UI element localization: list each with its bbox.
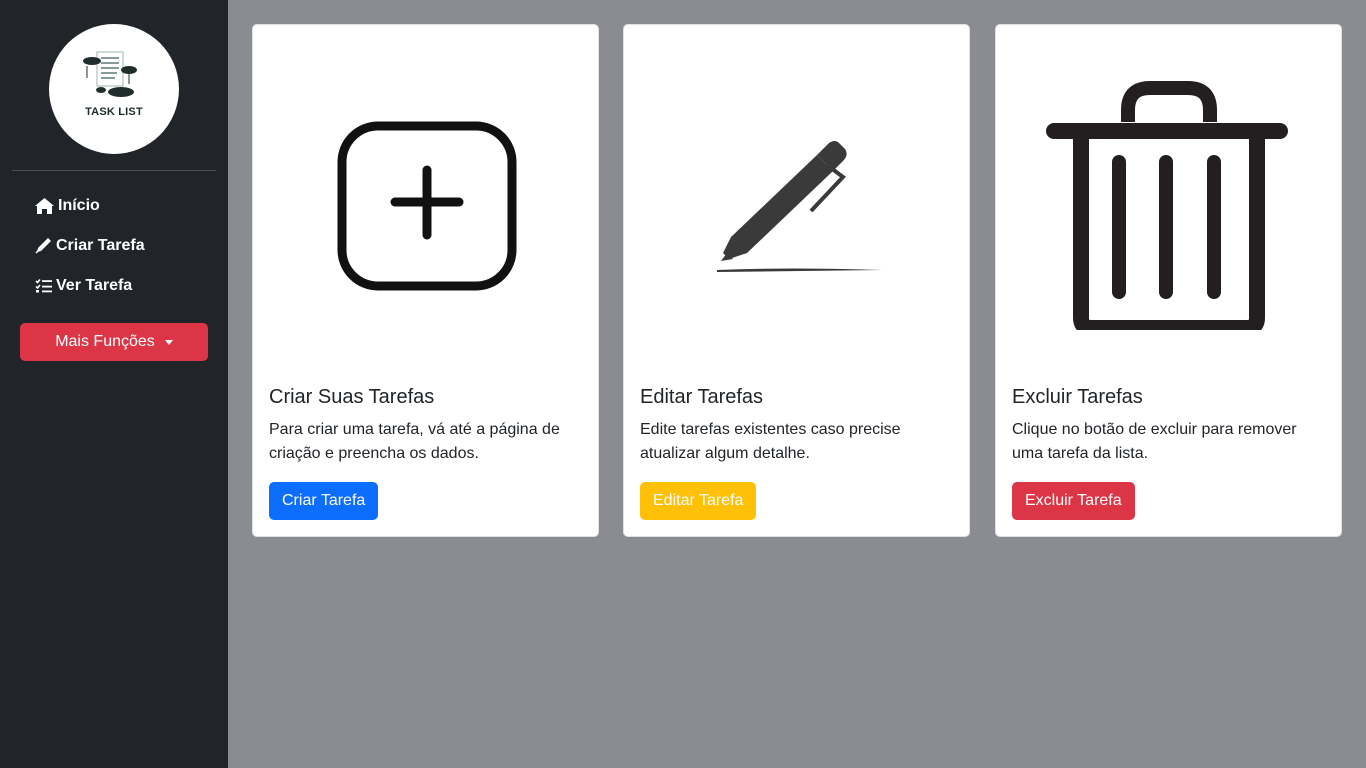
editar-tarefa-button[interactable]: Editar Tarefa xyxy=(640,482,757,520)
card-text: Clique no botão de excluir para remover … xyxy=(1012,421,1297,462)
pen-icon xyxy=(35,238,51,254)
card-editar: Editar Tarefas Edite tarefas existentes … xyxy=(623,24,970,537)
card-text: Edite tarefas existentes caso precise at… xyxy=(640,421,901,462)
home-icon xyxy=(35,198,54,214)
card-text: Para criar uma tarefa, vá até a página d… xyxy=(269,421,560,462)
card-criar: Criar Suas Tarefas Para criar uma tarefa… xyxy=(252,24,599,537)
logo[interactable]: TASK LIST xyxy=(49,24,179,154)
criar-tarefa-button[interactable]: Criar Tarefa xyxy=(269,482,379,520)
excluir-tarefa-button[interactable]: Excluir Tarefa xyxy=(1012,482,1135,520)
pen-icon xyxy=(716,141,882,272)
sidebar-item-label: Criar Tarefa xyxy=(56,237,145,254)
sidebar: TASK LIST Início Criar Tarefa Ver Tarefa… xyxy=(0,0,228,768)
card-image xyxy=(253,25,598,385)
card-title: Excluir Tarefas xyxy=(1012,386,1143,408)
sidebar-item-ver-tarefa[interactable]: Ver Tarefa xyxy=(35,275,145,297)
trash-icon xyxy=(1045,81,1288,330)
card-excluir: Excluir Tarefas Clique no botão de exclu… xyxy=(995,24,1342,537)
dropdown-label: Mais Funções xyxy=(55,333,155,350)
caret-down-icon xyxy=(164,339,173,345)
sidebar-item-label: Início xyxy=(58,197,100,214)
mais-funcoes-dropdown-button[interactable]: Mais Funções xyxy=(20,323,208,361)
sidebar-item-label: Ver Tarefa xyxy=(56,277,133,294)
task-list-logo-icon xyxy=(83,51,137,97)
plus-square-icon xyxy=(337,121,516,291)
card-title: Criar Suas Tarefas xyxy=(269,386,435,408)
sidebar-nav: Início Criar Tarefa Ver Tarefa xyxy=(35,195,145,315)
sidebar-item-criar-tarefa[interactable]: Criar Tarefa xyxy=(35,235,145,257)
card-image xyxy=(624,25,969,385)
main-content: Criar Suas Tarefas Para criar uma tarefa… xyxy=(228,0,1366,768)
logo-text: TASK LIST xyxy=(85,106,143,118)
sidebar-divider xyxy=(12,170,216,171)
list-check-icon xyxy=(35,278,52,293)
sidebar-item-inicio[interactable]: Início xyxy=(35,195,145,217)
card-image xyxy=(996,25,1341,385)
card-title: Editar Tarefas xyxy=(640,386,764,408)
